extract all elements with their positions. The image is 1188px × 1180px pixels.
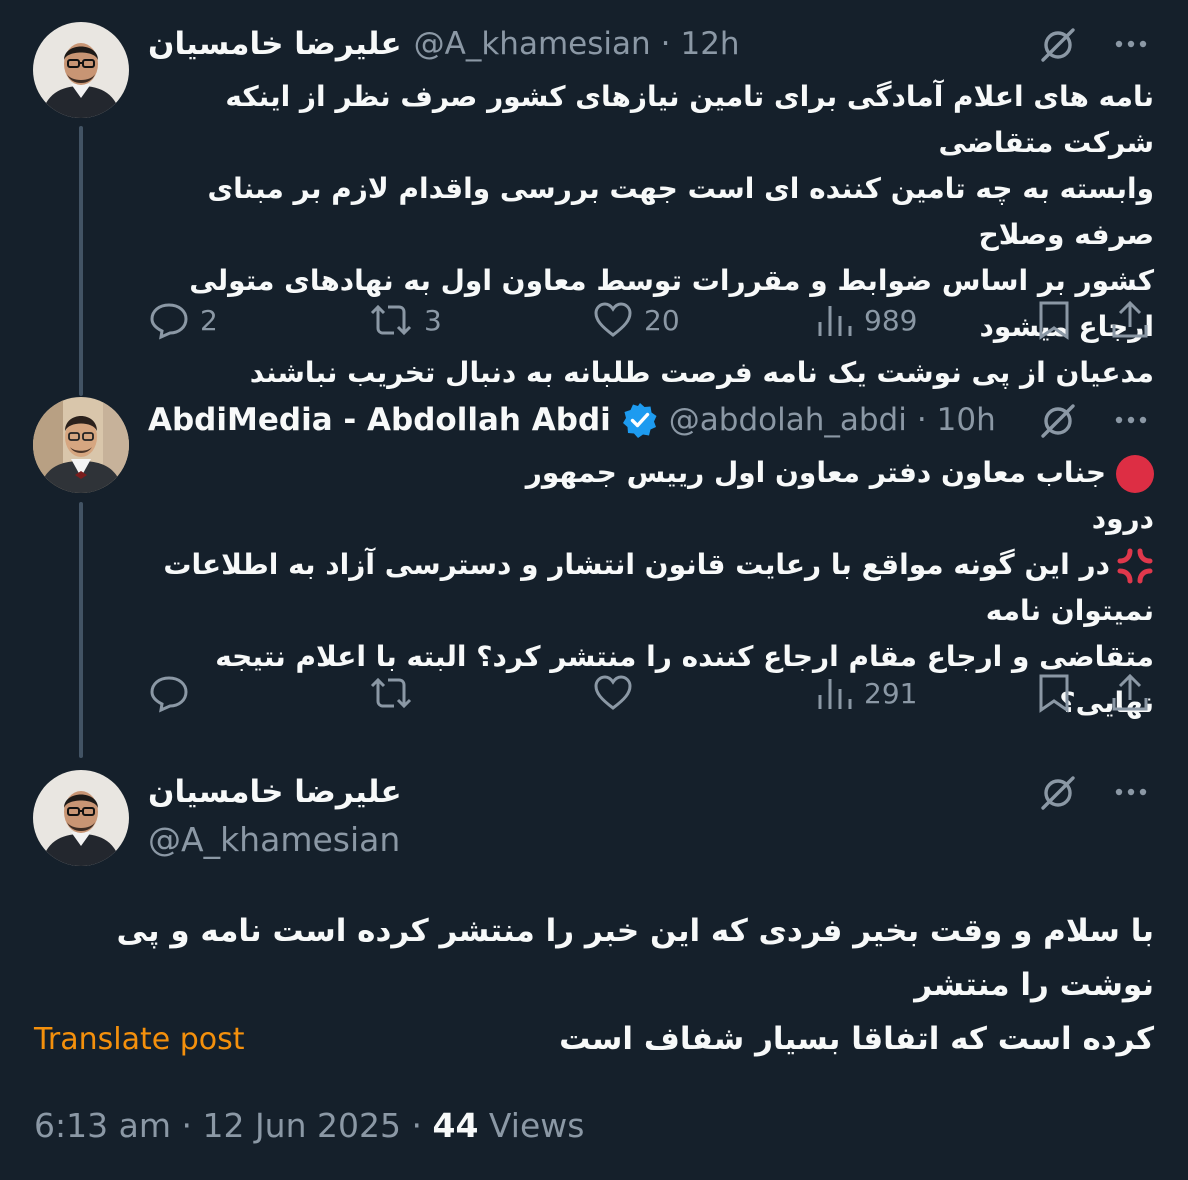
author-handle[interactable]: @A_khamesian <box>148 820 400 859</box>
views-button[interactable]: 291 <box>816 668 917 718</box>
grok-icon[interactable] <box>1038 772 1078 812</box>
tweet-text-line: جناب معاون دفتر معاون اول رییس جمهور <box>148 450 1154 496</box>
views-count: 989 <box>864 303 918 337</box>
separator: · <box>411 1106 422 1145</box>
author-handle[interactable]: @A_khamesian <box>414 26 651 62</box>
anger-symbol-icon <box>1117 548 1153 584</box>
repost-count: 3 <box>424 303 442 337</box>
repost-icon <box>368 300 414 340</box>
reply-icon <box>148 300 190 340</box>
views-button[interactable]: 989 <box>816 295 917 345</box>
reply-button[interactable] <box>148 668 190 718</box>
bookmark-icon <box>1036 299 1072 341</box>
separator: · <box>660 26 671 62</box>
reply-icon <box>148 673 190 713</box>
avatar-a-khamesian[interactable] <box>33 770 129 866</box>
like-icon <box>592 673 634 713</box>
tweet-text: نامه های اعلام آمادگی برای تامین نیازهای… <box>148 74 1154 396</box>
tweet-date[interactable]: 12 Jun 2025 <box>202 1106 401 1145</box>
tweet-header: علیرضا خامسیان <box>148 768 1148 816</box>
more-icon[interactable] <box>1114 415 1148 425</box>
tweet-text-line-content: جناب معاون دفتر معاون اول رییس جمهور <box>525 456 1106 489</box>
tweet-meta: 6:13 am · 12 Jun 2025 · 44 Views <box>34 1106 584 1145</box>
tweet-text-line: با سلام و وقت بخیر فردی که این خبر را من… <box>116 913 1154 1003</box>
tweet-header: علیرضا خامسیان @A_khamesian · 12h <box>148 20 1148 68</box>
tweet-text-line: مدعیان از پی نوشت یک نامه فرصت طلبانه به… <box>249 356 1154 389</box>
tweet-time[interactable]: 10h <box>937 402 996 438</box>
views-icon <box>816 673 854 713</box>
grok-icon[interactable] <box>1038 400 1078 440</box>
repost-button[interactable]: 3 <box>368 295 442 345</box>
tweet-text-line: درود <box>1091 502 1154 535</box>
views-count: 44 <box>432 1106 479 1145</box>
author-name[interactable]: علیرضا خامسیان <box>148 774 402 810</box>
grok-icon[interactable] <box>1038 24 1078 64</box>
repost-icon <box>368 673 414 713</box>
author-name[interactable]: علیرضا خامسیان <box>148 26 402 62</box>
reply-button[interactable]: 2 <box>148 295 218 345</box>
views-icon <box>816 300 854 340</box>
like-icon <box>592 300 634 340</box>
tweet-actions: 2 3 20 989 <box>148 295 1148 345</box>
verified-badge-icon <box>621 401 659 439</box>
tweet-actions: 291 <box>148 668 1148 718</box>
thread-line <box>79 126 83 396</box>
author-name[interactable]: AbdiMedia - Abdollah Abdi <box>148 402 611 438</box>
like-button[interactable]: 20 <box>592 295 680 345</box>
bookmark-button[interactable] <box>1036 668 1072 718</box>
tweet-header: AbdiMedia - Abdollah Abdi @abdolah_abdi … <box>148 396 1148 444</box>
translate-post-link[interactable]: Translate post <box>34 1022 245 1057</box>
like-count: 20 <box>644 303 680 337</box>
views-label: Views <box>488 1106 585 1145</box>
bookmark-icon <box>1036 672 1072 714</box>
share-button[interactable] <box>1110 668 1150 718</box>
author-handle[interactable]: @abdolah_abdi <box>669 402 907 438</box>
more-icon[interactable] <box>1114 39 1148 49</box>
repost-button[interactable] <box>368 668 414 718</box>
share-icon <box>1110 672 1150 714</box>
tweet-text-line: نامه های اعلام آمادگی برای تامین نیازهای… <box>225 80 1154 159</box>
thread-line <box>79 502 83 758</box>
reply-count: 2 <box>200 303 218 337</box>
views-count: 291 <box>864 676 918 710</box>
separator: · <box>181 1106 192 1145</box>
avatar-a-khamesian[interactable] <box>33 22 129 118</box>
separator: · <box>916 402 927 438</box>
tweet-time[interactable]: 6:13 am <box>34 1106 171 1145</box>
tweet-time[interactable]: 12h <box>680 26 739 62</box>
share-icon <box>1110 299 1150 341</box>
red-circle-icon <box>1116 455 1154 493</box>
avatar-abdolah-abdi[interactable] <box>33 397 129 493</box>
tweet-text-line: وابسته به چه تامین کننده ای است جهت بررس… <box>207 172 1154 251</box>
tweet-text-line: در این گونه مواقع با رعایت قانون انتشار … <box>148 542 1154 634</box>
like-button[interactable] <box>592 668 634 718</box>
share-button[interactable] <box>1110 295 1150 345</box>
more-icon[interactable] <box>1114 787 1148 797</box>
bookmark-button[interactable] <box>1036 295 1072 345</box>
tweet-text-line-content: در این گونه مواقع با رعایت قانون انتشار … <box>163 548 1154 627</box>
